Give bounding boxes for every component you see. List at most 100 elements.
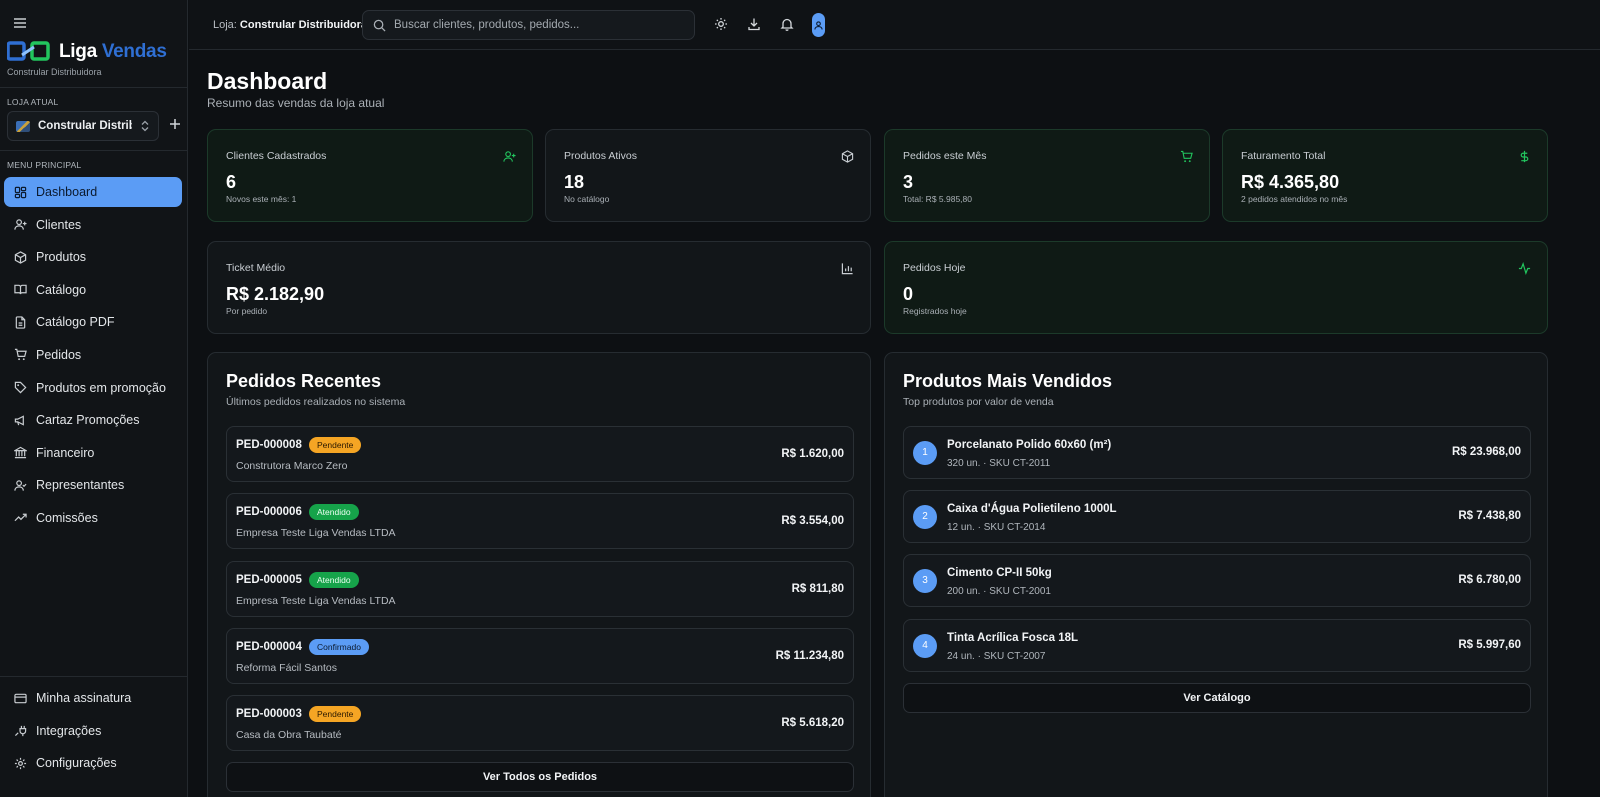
nav-configuracoes[interactable]: Configurações <box>4 748 182 778</box>
product-meta: 24 un. · SKU CT-2007 <box>947 651 1046 662</box>
order-row[interactable]: PED-000006 Atendido Empresa Teste Liga V… <box>226 493 854 549</box>
plug-icon <box>14 725 27 737</box>
top-products-panel: Produtos Mais Vendidos Top produtos por … <box>884 352 1548 797</box>
download-button[interactable] <box>747 17 761 31</box>
stat-label: Clientes Cadastrados <box>226 150 327 162</box>
nav-catalogo-pdf[interactable]: Catálogo PDF <box>4 307 182 337</box>
stat-card-pedidos-hoje: Pedidos Hoje 0 Registrados hoje <box>884 241 1548 334</box>
nav-integracoes[interactable]: Integrações <box>4 716 182 746</box>
file-text-icon <box>15 316 26 329</box>
stat-card-pedidos-mes: Pedidos este Mês 3 Total: R$ 5.985,80 <box>884 129 1210 222</box>
cart-icon <box>14 349 27 361</box>
order-row[interactable]: PED-000005 Atendido Empresa Teste Liga V… <box>226 561 854 617</box>
nav-produtos[interactable]: Produtos <box>4 242 182 272</box>
order-id: PED-000006 <box>236 506 302 518</box>
status-badge: Pendente <box>309 706 362 722</box>
avatar[interactable] <box>812 13 825 37</box>
order-row[interactable]: PED-000008 Pendente Construtora Marco Ze… <box>226 426 854 482</box>
product-name: Porcelanato Polido 60x60 (m²) <box>947 439 1112 451</box>
bank-icon <box>14 446 27 459</box>
nav-representantes[interactable]: Representantes <box>4 470 182 500</box>
order-total: R$ 11.234,80 <box>775 650 844 662</box>
user-check-icon <box>14 480 27 491</box>
store-selector-name: Constrular Distrib... <box>38 120 132 132</box>
product-row[interactable]: 1 Porcelanato Polido 60x60 (m²) 320 un. … <box>903 426 1531 479</box>
recent-orders-title: Pedidos Recentes <box>226 371 382 391</box>
nav-produtos-promocao[interactable]: Produtos em promoção <box>4 373 182 403</box>
header-store: Loja: Constrular Distribuidora <box>213 19 367 31</box>
view-catalog-button[interactable]: Ver Catálogo <box>903 683 1531 713</box>
product-name: Cimento CP-II 50kg <box>947 567 1052 579</box>
recent-orders-subtitle: Últimos pedidos realizados no sistema <box>226 396 406 408</box>
chevrons-up-down-icon <box>141 120 149 132</box>
status-badge: Pendente <box>309 437 362 453</box>
search-box[interactable] <box>362 10 695 40</box>
status-badge: Atendido <box>309 504 359 520</box>
menu-toggle-icon[interactable] <box>11 14 29 32</box>
order-row[interactable]: PED-000003 Pendente Casa da Obra Taubaté… <box>226 695 854 751</box>
theme-toggle-button[interactable] <box>714 17 728 31</box>
nav-label: Configurações <box>36 756 117 771</box>
product-row[interactable]: 4 Tinta Acrílica Fosca 18L 24 un. · SKU … <box>903 619 1531 672</box>
dollar-icon <box>1520 150 1529 163</box>
add-store-button[interactable] <box>168 117 182 131</box>
stat-sub: Registrados hoje <box>903 306 967 316</box>
nav-comissoes[interactable]: Comissões <box>4 503 182 533</box>
nav-label: Integrações <box>36 723 102 738</box>
order-total: R$ 1.620,00 <box>781 448 844 460</box>
nav-minha-assinatura[interactable]: Minha assinatura <box>4 683 182 713</box>
nav-label: Comissões <box>36 510 98 525</box>
stat-value: 0 <box>903 284 914 304</box>
search-input[interactable] <box>394 19 684 31</box>
brand-vendas: Vendas <box>101 41 167 62</box>
order-total: R$ 811,80 <box>791 583 844 595</box>
user-icon <box>814 20 823 30</box>
nav-label: Financeiro <box>36 445 95 460</box>
nav-financeiro[interactable]: Financeiro <box>4 438 182 468</box>
order-id: PED-000004 <box>236 641 302 653</box>
download-icon <box>748 18 760 31</box>
brand[interactable]: Liga Vendas <box>7 40 167 64</box>
nav-label: Pedidos <box>36 347 82 362</box>
stat-label: Pedidos este Mês <box>903 150 987 162</box>
stat-label: Produtos Ativos <box>564 150 637 162</box>
nav-label: Clientes <box>36 217 82 232</box>
stat-label: Faturamento Total <box>1241 150 1326 162</box>
credit-card-icon <box>14 693 27 703</box>
sidebar: Liga Vendas Constrular Distribuidora LOJ… <box>0 0 188 797</box>
stat-value: 3 <box>903 172 914 192</box>
user-plus-icon <box>14 219 27 230</box>
store-thumbnail <box>16 120 30 132</box>
order-total: R$ 5.618,20 <box>781 717 844 729</box>
product-name: Tinta Acrílica Fosca 18L <box>947 632 1079 644</box>
rank-badge: 4 <box>913 634 937 658</box>
top-header: Loja: Constrular Distribuidora <box>189 0 1600 50</box>
nav-clientes[interactable]: Clientes <box>4 210 182 240</box>
nav-dashboard[interactable]: Dashboard <box>4 177 182 207</box>
tag-icon <box>14 381 27 394</box>
order-client: Casa da Obra Taubaté <box>236 729 342 741</box>
view-all-orders-button[interactable]: Ver Todos os Pedidos <box>226 762 854 792</box>
nav-catalogo[interactable]: Catálogo <box>4 275 182 305</box>
order-row[interactable]: PED-000004 Confirmado Reforma Fácil Sant… <box>226 628 854 684</box>
product-name: Caixa d'Água Polietileno 1000L <box>947 503 1117 515</box>
dashboard-icon <box>14 186 27 198</box>
product-row[interactable]: 3 Cimento CP-II 50kg 200 un. · SKU CT-20… <box>903 554 1531 607</box>
store-selector[interactable]: Constrular Distrib... <box>7 111 159 141</box>
nav-cartaz-promocoes[interactable]: Cartaz Promoções <box>4 405 182 435</box>
sun-icon <box>715 18 727 30</box>
order-client: Reforma Fácil Santos <box>236 662 337 674</box>
trending-up-icon <box>14 514 27 522</box>
user-plus-icon <box>503 151 516 162</box>
stat-sub: Total: R$ 5.985,80 <box>903 194 972 204</box>
nav-pedidos[interactable]: Pedidos <box>4 340 182 370</box>
order-client: Empresa Teste Liga Vendas LTDA <box>236 527 396 539</box>
bar-chart-icon <box>841 263 853 275</box>
bottom-nav: Minha assinatura Integrações Configuraçõ… <box>4 683 182 781</box>
nav-label: Representantes <box>36 478 125 493</box>
notifications-button[interactable] <box>780 17 794 31</box>
brand-liga: Liga <box>59 41 97 62</box>
brand-name: Liga Vendas <box>59 41 167 63</box>
nav-label: Produtos em promoção <box>36 380 166 395</box>
product-row[interactable]: 2 Caixa d'Água Polietileno 1000L 12 un. … <box>903 490 1531 543</box>
